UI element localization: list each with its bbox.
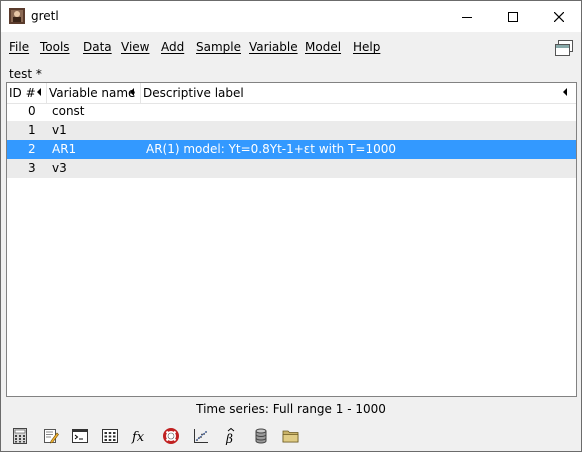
close-button[interactable] — [536, 1, 582, 32]
row-variable-name: AR1 — [52, 142, 77, 156]
menu-view[interactable]: View — [121, 40, 149, 54]
svg-text:fx: fx — [131, 430, 145, 444]
menu-variable[interactable]: Variable — [249, 40, 298, 54]
table-row[interactable]: 1 v1 — [7, 121, 576, 140]
matrix-button[interactable] — [99, 425, 121, 447]
menu-tools[interactable]: Tools — [40, 40, 70, 54]
table-row[interactable]: 3 v3 — [7, 159, 576, 178]
windows-list-icon[interactable] — [555, 40, 573, 56]
menu-help[interactable]: Help — [353, 40, 380, 54]
column-header-label[interactable]: Descriptive label — [143, 86, 244, 100]
variable-list[interactable]: ID # Variable name Descriptive label 0 c… — [6, 82, 577, 397]
menu-add[interactable]: Add — [161, 40, 184, 54]
minimize-icon — [462, 16, 472, 18]
table-row-selected[interactable]: 2 AR1 AR(1) model: Yt=0.8Yt-1+εt with T=… — [7, 140, 576, 159]
open-folder-button[interactable] — [280, 425, 302, 447]
scatter-plot-button[interactable] — [190, 425, 212, 447]
ols-model-button[interactable]: β — [220, 425, 242, 447]
row-id: 3 — [28, 161, 36, 175]
title-bar: gretl — [1, 1, 581, 32]
maximize-button[interactable] — [490, 1, 536, 32]
row-id: 2 — [28, 142, 36, 156]
scatter-plot-icon — [194, 429, 208, 443]
dataset-name-label: test * — [9, 67, 42, 81]
bottom-toolbar: fx β — [1, 421, 581, 451]
row-id: 0 — [28, 104, 36, 118]
row-id: 1 — [28, 123, 36, 137]
help-lifebuoy-icon — [163, 428, 179, 444]
sort-arrow-icon[interactable] — [35, 87, 43, 97]
calculator-icon — [13, 428, 27, 444]
calculator-button[interactable] — [9, 425, 31, 447]
database-icon — [255, 428, 267, 444]
function-packages-button[interactable]: fx — [130, 425, 152, 447]
beta-hat-icon: β — [225, 427, 235, 445]
column-header-bar: ID # Variable name Descriptive label — [7, 83, 576, 104]
svg-text:β: β — [225, 432, 233, 445]
close-icon — [554, 11, 564, 22]
minimize-button[interactable] — [444, 1, 490, 32]
column-separator[interactable] — [46, 83, 47, 103]
edit-icon — [44, 429, 59, 444]
window-title: gretl — [31, 9, 59, 23]
column-header-name[interactable]: Variable name — [49, 86, 135, 100]
column-separator[interactable] — [140, 83, 141, 103]
menu-model[interactable]: Model — [305, 40, 341, 54]
gretl-app-icon — [9, 8, 25, 24]
column-header-id[interactable]: ID # — [9, 86, 36, 100]
terminal-icon — [72, 429, 88, 443]
menu-sample[interactable]: Sample — [196, 40, 241, 54]
console-button[interactable] — [69, 425, 91, 447]
gretl-main-window: gretl File Tools Data View Add Sample Va… — [0, 0, 582, 452]
row-variable-name: v1 — [52, 123, 67, 137]
table-row[interactable]: 0 const — [7, 102, 576, 121]
status-bar-text: Time series: Full range 1 - 1000 — [196, 402, 386, 416]
sort-arrow-icon[interactable] — [128, 87, 136, 97]
database-button[interactable] — [250, 425, 272, 447]
row-variable-name: const — [52, 104, 85, 118]
help-button[interactable] — [160, 425, 182, 447]
script-editor-button[interactable] — [40, 425, 62, 447]
maximize-icon — [508, 11, 518, 22]
sort-arrow-icon[interactable] — [561, 87, 569, 97]
menu-bar: File Tools Data View Add Sample Variable… — [1, 35, 581, 59]
menu-file[interactable]: File — [9, 40, 29, 54]
matrix-icon — [102, 429, 118, 443]
folder-icon — [282, 430, 299, 443]
menu-data[interactable]: Data — [83, 40, 112, 54]
row-label: AR(1) model: Yt=0.8Yt-1+εt with T=1000 — [146, 142, 397, 156]
function-fx-icon: fx — [131, 430, 145, 444]
row-variable-name: v3 — [52, 161, 67, 175]
